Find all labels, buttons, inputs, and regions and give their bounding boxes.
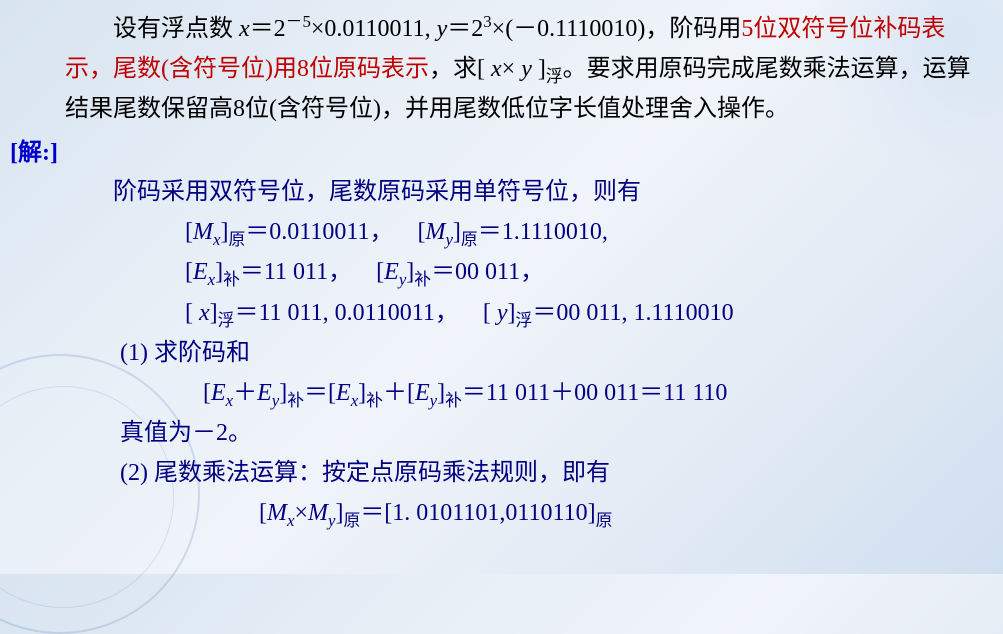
bracket: ]: [437, 380, 445, 406]
value: ＝00 011, 1.1110010: [532, 300, 733, 326]
var-x: x: [491, 56, 502, 82]
bracket: [: [185, 259, 193, 285]
bracket: [: [203, 380, 211, 406]
var-E: E: [193, 259, 208, 285]
subscript: 补: [414, 270, 431, 289]
bracket: [: [376, 259, 384, 285]
bracket: ]: [215, 259, 223, 285]
value: ＝00 011，: [431, 259, 544, 285]
problem-text: ×: [502, 56, 522, 82]
subscript: x: [226, 391, 233, 410]
var-x: x: [199, 300, 210, 326]
problem-text: ＝2: [250, 16, 286, 42]
subscript: x: [208, 270, 215, 289]
subscript: 补: [223, 270, 240, 289]
step1-formula: [Ex＋Ey]补＝[Ex]补＋[Ey]补＝11 011＋00 011＝11 11…: [65, 374, 983, 415]
problem-text: ，求[: [429, 56, 491, 82]
var-E: E: [415, 380, 430, 406]
problem-text: ×(－0.1110010)，阶码用: [492, 16, 742, 42]
text: ＝[: [304, 380, 336, 406]
mx-my-line: [Mx]原＝0.0110011， [My]原＝1.1110010,: [65, 213, 983, 254]
step1-result: 真值为－2。: [65, 414, 983, 454]
subscript: 原: [596, 510, 613, 529]
bracket: [: [185, 300, 199, 326]
bracket: [: [483, 300, 497, 326]
var-y: y: [437, 16, 448, 42]
step1-title: (1) 求阶码和: [65, 334, 983, 374]
operator: ＋: [233, 380, 257, 406]
value: ＝0.0110011，: [245, 219, 393, 245]
operator: ×: [294, 500, 308, 526]
subscript: 补: [445, 391, 462, 410]
subscript: 补: [366, 391, 383, 410]
step2-title: (2) 尾数乘法运算：按定点原码乘法规则，即有: [65, 454, 983, 494]
bracket: [: [185, 219, 193, 245]
bracket: ]: [210, 300, 218, 326]
problem-text: ×0.0110011,: [311, 16, 437, 42]
var-M: M: [308, 500, 328, 526]
bracket: ]: [453, 219, 461, 245]
var-y: y: [521, 56, 532, 82]
var-E: E: [336, 380, 351, 406]
solution-body: 阶码采用双符号位，尾数原码采用单符号位，则有 [Mx]原＝0.0110011， …: [10, 173, 983, 534]
bracket: ]: [508, 300, 516, 326]
solution-label: [解:]: [10, 134, 983, 174]
var-E: E: [384, 259, 399, 285]
step2-formula: [Mx×My]原＝[1. 0101101,0110110]原: [65, 494, 983, 535]
slide-content: 设有浮点数 x＝2－5×0.0110011, y＝23×(－0.1110010)…: [10, 8, 983, 534]
subscript: 补: [287, 391, 304, 410]
subscript: 原: [343, 510, 360, 529]
subscript: 浮: [516, 311, 533, 330]
xf-yf-line: [ x]浮＝11 011, 0.0110011， [ y]浮＝00 011, 1…: [65, 294, 983, 335]
exponent: 3: [483, 12, 491, 31]
value: ＝11 011，: [240, 259, 352, 285]
ex-ey-line: [Ex]补＝11 011， [Ey]补＝00 011，: [65, 253, 983, 294]
subscript: 浮: [218, 311, 235, 330]
bracket: [: [259, 500, 267, 526]
value: ＝[1. 0101101,0110110]: [360, 500, 595, 526]
var-M: M: [193, 219, 213, 245]
var-E: E: [257, 380, 272, 406]
value: ＝1.1110010,: [478, 219, 608, 245]
subscript: 浮: [546, 66, 563, 85]
problem-text: ＝2: [447, 16, 483, 42]
problem-text: ]: [532, 56, 546, 82]
var-E: E: [211, 380, 226, 406]
value: ＝11 011＋00 011＝11 110: [462, 380, 728, 406]
subscript: y: [430, 391, 437, 410]
var-y: y: [497, 300, 508, 326]
value: ＝11 011, 0.0110011，: [234, 300, 458, 326]
problem-statement: 设有浮点数 x＝2－5×0.0110011, y＝23×(－0.1110010)…: [10, 8, 983, 130]
text: ＋[: [383, 380, 415, 406]
solution-intro: 阶码采用双符号位，尾数原码采用单符号位，则有: [65, 173, 983, 213]
problem-text: 设有浮点数: [113, 16, 239, 42]
subscript: 原: [461, 230, 478, 249]
subscript: y: [445, 230, 452, 249]
var-M: M: [267, 500, 287, 526]
var-x: x: [239, 16, 250, 42]
bracket: ]: [358, 380, 366, 406]
var-M: M: [425, 219, 445, 245]
subscript: 原: [228, 230, 245, 249]
exponent: －5: [286, 12, 311, 31]
